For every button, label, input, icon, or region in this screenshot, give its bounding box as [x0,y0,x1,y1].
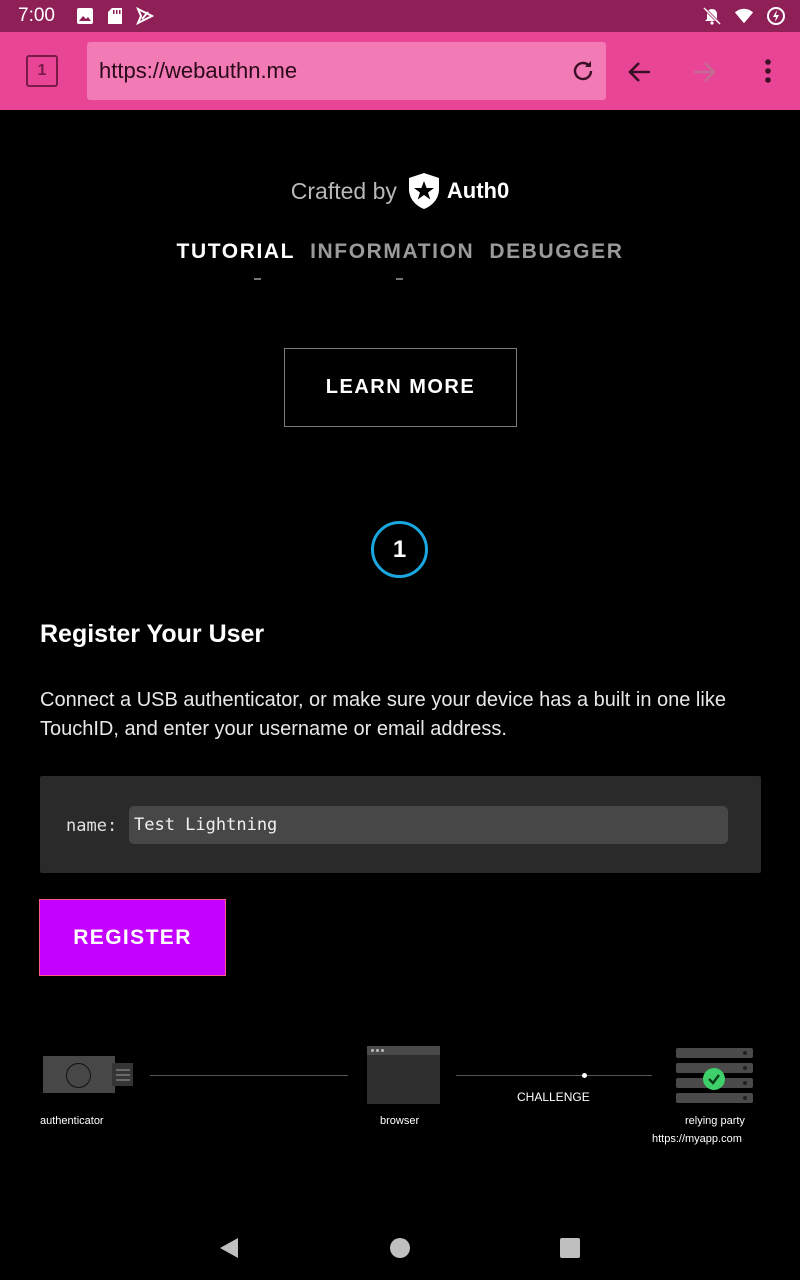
section-title: Register Your User [40,620,265,648]
status-bar: 7:00 [0,0,800,32]
system-nav-bar [0,1216,800,1280]
browser-window-icon [367,1046,440,1104]
home-circle-icon[interactable] [390,1238,410,1258]
forward-arrow-icon[interactable] [690,58,718,86]
tab-information[interactable]: INFORMATION [310,240,474,264]
sd-card-icon [105,6,125,26]
nav-indicator [0,278,800,282]
browser-toolbar: 1 https://webauthn.me [0,32,800,110]
section-nav: TUTORIAL INFORMATION DEBUGGER [0,240,800,264]
tab-switcher-button[interactable]: 1 [26,55,58,87]
status-time: 7:00 [18,5,55,26]
register-button[interactable]: REGISTER [39,899,226,976]
play-store-icon [135,6,155,26]
recents-square-icon[interactable] [560,1238,580,1258]
tab-tutorial[interactable]: TUTORIAL [177,240,296,264]
image-icon [75,6,95,26]
nav-indicator-mark [396,278,403,280]
overflow-menu-icon[interactable] [756,56,780,86]
connector-line [150,1075,348,1076]
name-input[interactable] [129,806,728,844]
url-bar[interactable]: https://webauthn.me [87,42,606,100]
relying-party-label: relying party [685,1115,745,1127]
checkmark-icon [703,1068,725,1090]
tab-debugger[interactable]: DEBUGGER [489,240,623,264]
auth0-logo[interactable]: Auth0 [407,172,509,210]
challenge-label: CHALLENGE [517,1090,590,1104]
connector-line [456,1075,652,1076]
back-arrow-icon[interactable] [626,58,654,86]
notifications-off-icon [702,6,722,26]
wifi-icon [734,6,754,26]
name-label: name: [66,816,118,836]
browser-label: browser [380,1115,420,1127]
url-text[interactable]: https://webauthn.me [99,58,297,84]
back-triangle-icon[interactable] [218,1236,240,1265]
reload-icon[interactable] [570,58,596,84]
step-number-badge: 1 [371,521,428,578]
auth0-brand-text: Auth0 [446,178,510,203]
relying-party-url: https://myapp.com [652,1133,742,1145]
section-description: Connect a USB authenticator, or make sur… [40,689,726,740]
battery-charging-icon [766,6,786,26]
name-form: name: [40,776,761,873]
challenge-packet-dot [582,1073,587,1078]
authenticator-label: authenticator [40,1115,104,1127]
nav-indicator-mark [254,278,261,280]
crafted-by-text: Crafted by [290,177,397,204]
crafted-by: Crafted by Auth0 [0,172,800,210]
auth0-shield-icon [408,173,439,209]
learn-more-button[interactable]: LEARN MORE [284,348,517,427]
webauthn-diagram: authenticator browser CHALLENGE relying … [0,1040,800,1160]
